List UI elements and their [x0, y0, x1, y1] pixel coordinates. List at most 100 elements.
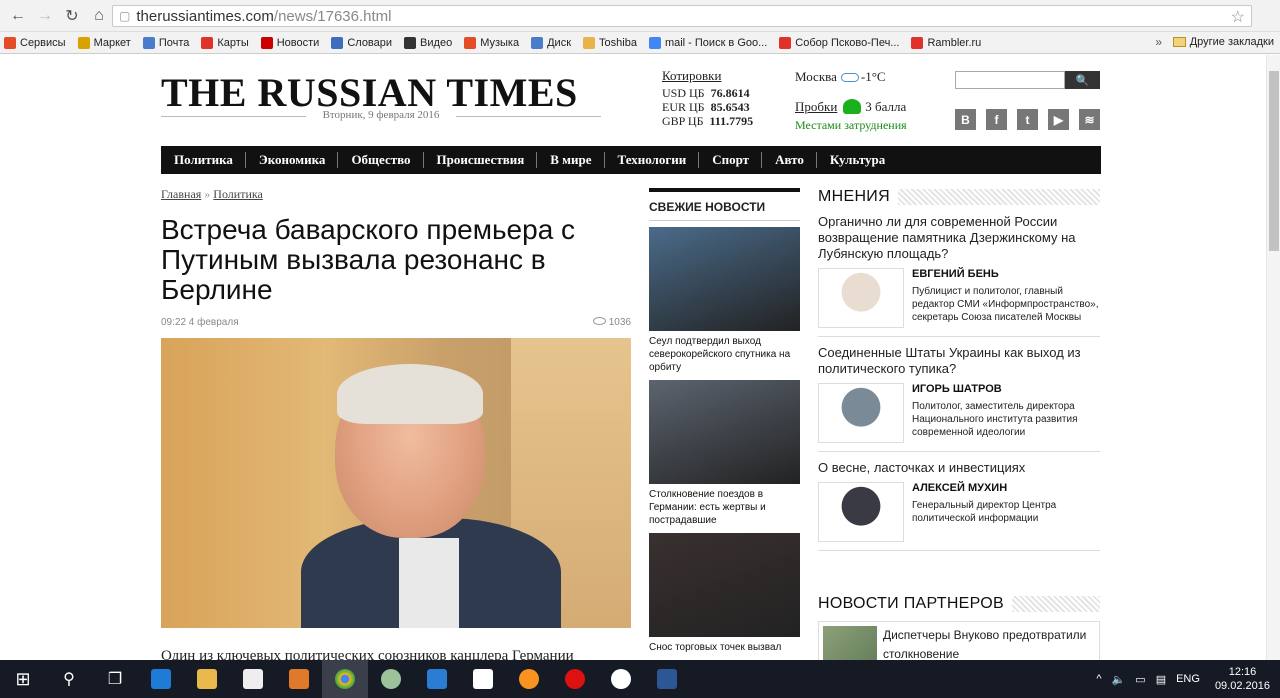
- photo-hair: [337, 364, 483, 424]
- traffic-note: Местами затруднения: [795, 118, 907, 132]
- windows-taskbar: ⊞ ⚲ ❐ ^ 🔈 ▭ ▤ ENG 12:16 09.02.2016: [0, 660, 1280, 698]
- author-info: ИГОРЬ ШАТРОВ Политолог, заместитель дирек…: [912, 383, 1100, 443]
- opinion-author: ИГОРЬ ШАТРОВ Политолог, заместитель дирек…: [818, 383, 1100, 443]
- nav-item[interactable]: Культура: [830, 152, 897, 168]
- nav-item[interactable]: В мире: [550, 152, 605, 168]
- title-pattern: [1012, 596, 1100, 612]
- site-search-input[interactable]: [955, 71, 1065, 89]
- edge-icon[interactable]: [138, 660, 184, 698]
- eye-icon: [592, 317, 606, 325]
- social-links: Вf t ▶ ≋: [955, 109, 1110, 130]
- bookmark-label: Музыка: [480, 36, 520, 49]
- media-player-icon[interactable]: [276, 660, 322, 698]
- forward-icon[interactable]: →: [33, 4, 57, 28]
- bookmark-item[interactable]: mail - Поиск в Goo...: [648, 36, 768, 49]
- social-icon[interactable]: В: [955, 109, 976, 130]
- social-icon[interactable]: t: [1017, 109, 1038, 130]
- opinions-section: МНЕНИЯ Органично ли для современной Росс…: [818, 188, 1100, 551]
- app-icon[interactable]: [368, 660, 414, 698]
- partner-news-item[interactable]: Диспетчеры Внуково предотвратили столкно…: [818, 621, 1100, 660]
- nav-item[interactable]: Спорт: [712, 152, 763, 168]
- home-icon[interactable]: ⌂: [87, 4, 111, 28]
- author-info: АЛЕКСЕЙ МУХИН Генеральный директор Центра…: [912, 482, 1100, 542]
- ok-icon[interactable]: [506, 660, 552, 698]
- folder-icon: [1172, 37, 1186, 47]
- partners-section: НОВОСТИ ПАРТНЕРОВ Диспетчеры Внуково пре…: [818, 595, 1100, 660]
- bookmark-item[interactable]: Диск: [531, 36, 571, 49]
- bookmark-item[interactable]: Видео: [404, 36, 452, 49]
- bookmark-item[interactable]: Toshiba: [583, 36, 637, 49]
- fresh-news-item[interactable]: Столкновение поездов в Германии: есть же…: [649, 380, 800, 527]
- breadcrumb-section[interactable]: Политика: [213, 187, 263, 201]
- reload-icon[interactable]: ↻: [60, 4, 84, 28]
- other-bookmarks[interactable]: Другие закладки: [1172, 36, 1274, 48]
- page-scrollbar[interactable]: [1266, 55, 1280, 660]
- bookmark-item[interactable]: Маркет: [77, 36, 131, 49]
- volume-icon[interactable]: 🔈: [1112, 673, 1126, 686]
- bookmark-label: mail - Поиск в Goo...: [664, 36, 768, 49]
- network-icon[interactable]: ▭: [1135, 673, 1145, 686]
- bookmark-icon: [583, 36, 596, 49]
- quotes-block: Котировки USD ЦБ 76.8614 EUR ЦБ 85.6543 GBP …: [662, 69, 754, 129]
- bookmark-item[interactable]: Rambler.ru: [911, 36, 981, 49]
- title-pattern: [897, 189, 1100, 205]
- yandex-icon[interactable]: [460, 660, 506, 698]
- windows-start-icon[interactable]: ⊞: [0, 660, 46, 698]
- tray-chevron-icon[interactable]: ^: [1096, 673, 1101, 685]
- fresh-news-item[interactable]: Снос торговых точек вызвал: [649, 533, 800, 654]
- address-bar[interactable]: ▢ therussiantimes.com/news/17636.html ☆: [112, 5, 1252, 27]
- bookmark-item[interactable]: Словари: [331, 36, 392, 49]
- quote-value: 111.7795: [709, 114, 754, 128]
- author-bio: Политолог, заместитель директора Национа…: [912, 401, 1078, 438]
- author-photo: [818, 268, 904, 328]
- opera-icon[interactable]: [552, 660, 598, 698]
- language-indicator[interactable]: ENG: [1176, 673, 1200, 685]
- mail-icon[interactable]: [414, 660, 460, 698]
- opinion-question: Соединенные Штаты Украины как выход из п…: [818, 345, 1081, 376]
- scrollbar-thumb[interactable]: [1269, 71, 1279, 251]
- author-name: ЕВГЕНИЙ БЕНЬ: [912, 268, 999, 280]
- bookmark-item[interactable]: Собор Псково-Печ...: [779, 36, 899, 49]
- bookmark-item[interactable]: Музыка: [464, 36, 520, 49]
- bookmark-item[interactable]: Почта: [142, 36, 189, 49]
- opinion-item[interactable]: Соединенные Штаты Украины как выход из п…: [818, 337, 1100, 452]
- social-icon[interactable]: ≋: [1079, 109, 1100, 130]
- file-explorer-icon[interactable]: [184, 660, 230, 698]
- nav-item[interactable]: Политика: [174, 152, 246, 168]
- quotes-title[interactable]: Котировки: [662, 69, 753, 83]
- notification-icon[interactable]: ▤: [1156, 673, 1166, 686]
- nav-item[interactable]: Общество: [351, 152, 424, 168]
- store-icon[interactable]: [230, 660, 276, 698]
- clock[interactable]: 12:16 09.02.2016: [1215, 665, 1270, 693]
- search-icon[interactable]: ⚲: [46, 660, 92, 698]
- site-search-button[interactable]: 🔍: [1065, 71, 1100, 89]
- bookmark-item[interactable]: Сервисы: [4, 36, 66, 49]
- social-icon[interactable]: f: [986, 109, 1007, 130]
- breadcrumb-home[interactable]: Главная: [161, 187, 201, 201]
- breadcrumb-sep: »: [204, 187, 211, 201]
- back-icon[interactable]: ←: [6, 4, 30, 28]
- bookmark-icon: [77, 36, 90, 49]
- nav-item[interactable]: Технологии: [618, 152, 700, 168]
- fresh-news-caption: Снос торговых точек вызвал: [649, 642, 782, 653]
- social-icon[interactable]: ▶: [1048, 109, 1069, 130]
- yandex-browser-icon[interactable]: [598, 660, 644, 698]
- fresh-news-item[interactable]: Сеул подтвердил выход северокорейского с…: [649, 227, 800, 374]
- article-meta: 09:22 4 февраля 1036: [161, 317, 631, 328]
- nav-item[interactable]: Экономика: [259, 152, 339, 168]
- traffic-link[interactable]: Пробки: [795, 99, 837, 114]
- breadcrumb: Главная» Политика: [161, 187, 263, 202]
- search-icon: 🔍: [1075, 74, 1090, 87]
- bookmark-star-icon[interactable]: ☆: [1231, 7, 1245, 27]
- bookmark-item[interactable]: Новости: [260, 36, 319, 49]
- opinion-item[interactable]: О весне, ласточках и инвестициях АЛЕКСЕЙ …: [818, 452, 1100, 551]
- bookmarks-more-icon[interactable]: »: [1155, 35, 1162, 49]
- nav-item[interactable]: Происшествия: [437, 152, 538, 168]
- opinion-item[interactable]: Органично ли для современной России возв…: [818, 206, 1100, 337]
- task-view-icon[interactable]: ❐: [92, 660, 138, 698]
- url-host: therussiantimes.com: [136, 7, 274, 25]
- word-icon[interactable]: [644, 660, 690, 698]
- nav-item[interactable]: Авто: [775, 152, 817, 168]
- chrome-icon[interactable]: [322, 660, 368, 698]
- bookmark-item[interactable]: Карты: [201, 36, 249, 49]
